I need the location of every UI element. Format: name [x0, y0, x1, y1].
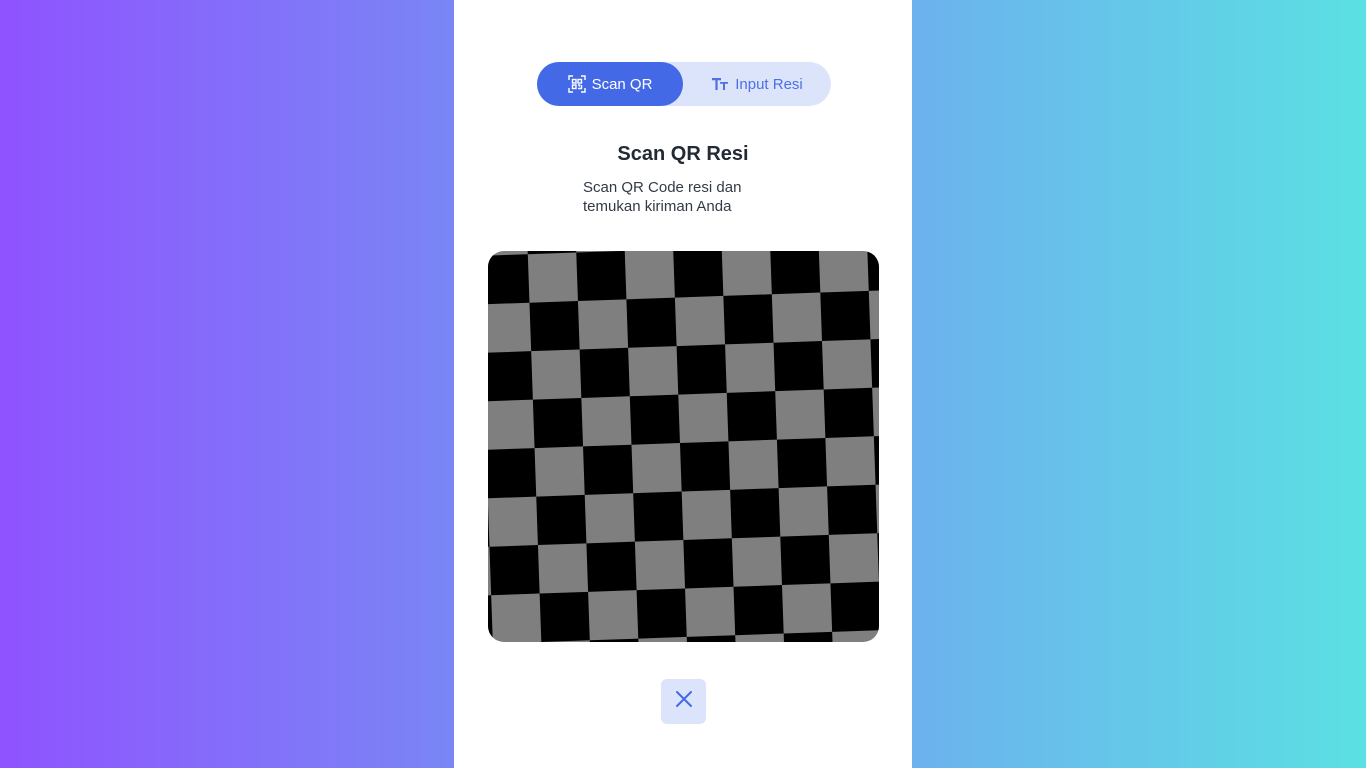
subtitle-line-2: temukan kiriman Anda: [583, 198, 732, 215]
mode-tabs: Scan QR Input Resi: [537, 62, 831, 106]
page-subtitle: Scan QR Code resi dan temukan kiriman An…: [583, 178, 783, 216]
close-button[interactable]: [661, 679, 706, 724]
camera-preview[interactable]: [488, 251, 879, 642]
tab-input-resi[interactable]: Input Resi: [683, 62, 831, 106]
scanner-panel: Scan QR Input Resi Scan QR Resi Scan QR …: [454, 0, 912, 768]
qr-scan-icon: [567, 75, 586, 93]
tab-input-resi-label: Input Resi: [735, 75, 803, 93]
tab-scan-qr[interactable]: Scan QR: [537, 62, 683, 106]
subtitle-line-1: Scan QR Code resi dan: [583, 179, 742, 196]
tab-scan-qr-label: Scan QR: [591, 75, 653, 93]
text-type-icon: [711, 75, 729, 93]
close-icon: [675, 690, 693, 713]
page-title: Scan QR Resi: [617, 143, 749, 165]
camera-feed-image: [488, 251, 879, 642]
